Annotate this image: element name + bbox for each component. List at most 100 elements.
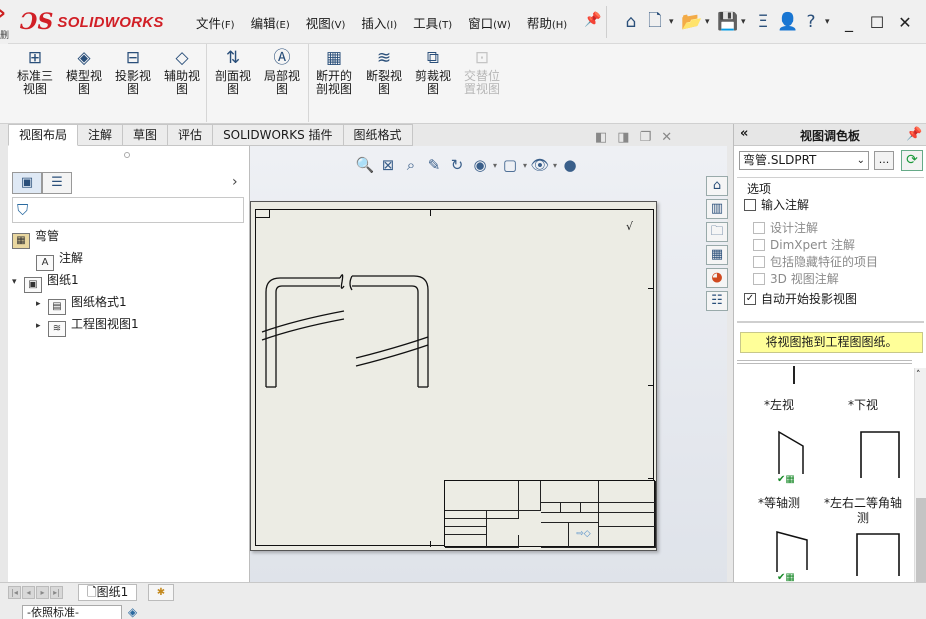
- close-button[interactable]: ✕: [893, 13, 917, 32]
- view-tool-icon-1[interactable]: ⊠: [378, 156, 398, 174]
- view-thumb-bottom[interactable]: [855, 426, 905, 484]
- close-x-icon[interactable]: ›: [0, 3, 11, 25]
- new-document-icon[interactable]: 🗋: [645, 8, 665, 37]
- layer-icon[interactable]: ◈: [128, 605, 137, 619]
- tree-root[interactable]: ▦ 弯管: [12, 226, 59, 249]
- ribbon-button-6[interactable]: ▦ 断开的 剖视图: [311, 48, 357, 96]
- menu-4[interactable]: 工具(T): [405, 13, 460, 32]
- view-tool-dropdown-icon[interactable]: ▾: [553, 161, 557, 170]
- save-icon[interactable]: 💾: [717, 12, 738, 32]
- scroll-thumb[interactable]: [916, 498, 926, 583]
- view-tool-dropdown-icon[interactable]: ▾: [493, 161, 497, 170]
- save-dropdown-icon[interactable]: ▾: [741, 17, 749, 27]
- home-icon[interactable]: ⌂: [621, 12, 641, 32]
- tab-4[interactable]: SOLIDWORKS 插件: [213, 124, 344, 146]
- ribbon-button-0[interactable]: ⊞ 标准三 视图: [12, 48, 58, 96]
- view-tool-dropdown-icon[interactable]: ▾: [523, 161, 527, 170]
- view-tool-icon-4[interactable]: ↻: [447, 156, 467, 174]
- new-dropdown-icon[interactable]: ▾: [669, 17, 677, 27]
- solidworks-logo[interactable]: ƆS SOLIDWORKS: [20, 8, 164, 36]
- menu-3[interactable]: 插入(I): [353, 13, 405, 32]
- custom-properties-tab-icon[interactable]: ☷: [706, 291, 728, 311]
- minimize-button[interactable]: _: [837, 13, 861, 32]
- view-tool-icon-0[interactable]: 🔍: [355, 156, 375, 174]
- menu-0[interactable]: 文件(F): [188, 13, 243, 32]
- user-icon[interactable]: 👤: [777, 12, 798, 32]
- view-tool-icon-3[interactable]: ✎: [424, 156, 444, 174]
- view-tool-icon-2[interactable]: ⌕: [401, 156, 421, 174]
- ribbon-button-2[interactable]: ⊟ 投影视图: [110, 48, 156, 96]
- ribbon-button-8[interactable]: ⧉ 剪裁视图: [410, 48, 456, 96]
- option-5[interactable]: ✓ 自动开始投影视图: [744, 290, 857, 307]
- ribbon-button-3[interactable]: ◇ 辅助视图: [159, 48, 205, 96]
- view-tool-icon-8[interactable]: ●: [560, 156, 580, 174]
- tab-0[interactable]: 视图布局: [8, 124, 79, 146]
- first-sheet-button[interactable]: |◂: [8, 586, 21, 599]
- view-tool-icon-5[interactable]: ◉: [470, 156, 490, 174]
- view-thumb-isometric[interactable]: [773, 528, 813, 578]
- view-palette-tab-icon[interactable]: ▦: [706, 245, 728, 265]
- open-icon[interactable]: 📂: [681, 12, 702, 32]
- splitter[interactable]: [737, 360, 912, 364]
- standard-dropdown[interactable]: -依照标准-: [22, 605, 122, 619]
- print-icon[interactable]: Ξ: [753, 12, 773, 32]
- refresh-icon[interactable]: ⟳: [901, 150, 923, 171]
- drawing-sheet[interactable]: √ ⇨◇: [250, 201, 657, 551]
- tab-5[interactable]: 图纸格式: [343, 124, 413, 146]
- tab-3[interactable]: 评估: [168, 124, 214, 146]
- ribbon-button-1[interactable]: ◈ 模型视图: [61, 48, 107, 96]
- collapse-panel-icon[interactable]: «: [740, 126, 748, 141]
- view-tool-icon-7[interactable]: 👁: [530, 156, 550, 174]
- prev-sheet-button[interactable]: ◂: [22, 586, 35, 599]
- menu-1[interactable]: 编辑(E): [243, 13, 298, 32]
- scroll-up-icon[interactable]: ˄: [916, 370, 921, 380]
- tree-toggle-icon[interactable]: ▸: [36, 294, 48, 314]
- tab-1[interactable]: 注解: [78, 124, 124, 146]
- graphics-area[interactable]: ◧ ◨ ❐ ✕ 🔍 ⊠ ⌕ ✎ ↻ ◉ ▾ ▢ ▾ 👁 ▾ ● √ ⇨◇: [250, 130, 727, 582]
- part-select-dropdown[interactable]: 弯管.SLDPRT ⌄: [739, 151, 869, 170]
- doc-window-control-3[interactable]: ✕: [661, 130, 672, 145]
- menu-5[interactable]: 窗口(W): [460, 13, 519, 32]
- view-thumb-dimetric[interactable]: [853, 528, 905, 578]
- help-icon[interactable]: ?: [801, 12, 821, 32]
- menu-2[interactable]: 视图(V): [298, 13, 354, 32]
- tree-toggle-icon[interactable]: ▸: [36, 316, 48, 336]
- tree-item-2[interactable]: ▸ ▤ 图纸格式1: [36, 292, 127, 315]
- appearances-tab-icon[interactable]: ◕: [706, 268, 728, 288]
- property-manager-tab-icon[interactable]: ☰: [42, 172, 72, 194]
- expand-panel-arrow-icon[interactable]: ›: [232, 174, 238, 190]
- doc-window-control-2[interactable]: ❐: [640, 130, 652, 145]
- doc-window-control-0[interactable]: ◧: [595, 130, 607, 145]
- design-library-tab-icon[interactable]: ▥: [706, 199, 728, 219]
- open-dropdown-icon[interactable]: ▾: [705, 17, 713, 27]
- sheet-tab[interactable]: 🗋图纸1: [78, 584, 138, 601]
- tree-toggle-icon[interactable]: ▾: [12, 272, 24, 292]
- ribbon-button-4[interactable]: ⇅ 剖面视图: [210, 48, 256, 96]
- add-sheet-button[interactable]: ✱: [148, 584, 174, 601]
- option-checkbox[interactable]: [744, 198, 756, 211]
- last-sheet-button[interactable]: ▸|: [50, 586, 63, 599]
- ribbon-button-7[interactable]: ≋ 断裂视图: [361, 48, 407, 96]
- option-checkbox[interactable]: ✓: [744, 292, 756, 305]
- ribbon-button-5[interactable]: Ⓐ 局部视图: [259, 48, 305, 96]
- help-dropdown-icon[interactable]: ▾: [825, 17, 833, 27]
- feature-manager-tab-icon[interactable]: ▣: [12, 172, 42, 194]
- maximize-button[interactable]: ☐: [865, 13, 889, 32]
- tree-filter-input[interactable]: ⛉: [12, 197, 244, 223]
- tree-item-1[interactable]: ▾ ▣ 图纸1: [12, 270, 79, 293]
- panel-splitter-handle[interactable]: [124, 152, 130, 158]
- file-explorer-tab-icon[interactable]: 🗀: [706, 222, 728, 242]
- doc-window-control-1[interactable]: ◨: [617, 130, 629, 145]
- next-sheet-button[interactable]: ▸: [36, 586, 49, 599]
- pin-panel-icon[interactable]: 📌: [906, 127, 922, 142]
- solidworks-resources-tab-icon[interactable]: ⌂: [706, 176, 728, 196]
- tab-2[interactable]: 草图: [123, 124, 169, 146]
- menu-6[interactable]: 帮助(H): [519, 13, 575, 32]
- tree-item-0[interactable]: A 注解: [24, 248, 83, 271]
- browse-button[interactable]: ...: [874, 151, 894, 170]
- views-scrollbar[interactable]: ˄ ˅: [914, 368, 926, 598]
- view-tool-icon-6[interactable]: ▢: [500, 156, 520, 174]
- option-0[interactable]: 输入注解: [744, 196, 809, 213]
- tree-item-3[interactable]: ▸ ≋ 工程图视图1: [36, 314, 139, 337]
- pin-icon[interactable]: 📌: [584, 12, 601, 28]
